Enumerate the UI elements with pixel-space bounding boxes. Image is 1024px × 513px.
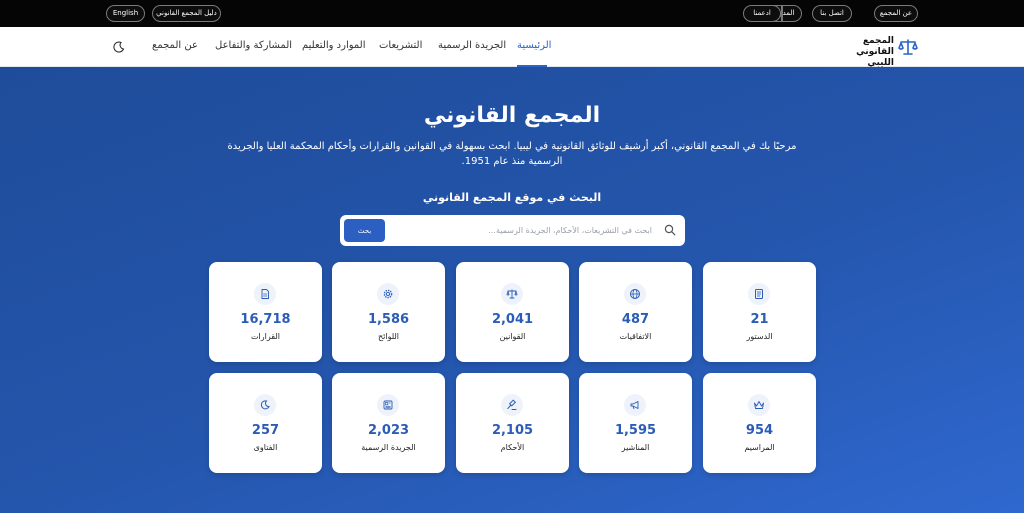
search-heading: البحث في موقع المجمع القانوني bbox=[422, 191, 602, 204]
logo-line-2: القانوني الليبي bbox=[856, 47, 894, 68]
stat-card-laws[interactable]: 2,041 القوانين bbox=[456, 262, 569, 362]
stat-label: القرارات bbox=[251, 332, 280, 341]
stat-card-regulations[interactable]: 1,586 اللوائح bbox=[332, 262, 445, 362]
search-button[interactable]: بحث bbox=[344, 219, 385, 242]
logo-line-1: المجمع bbox=[862, 36, 894, 46]
stat-count: 1,595 bbox=[614, 423, 657, 438]
stat-card-judgments[interactable]: 2,105 الأحكام bbox=[456, 373, 569, 473]
gavel-icon bbox=[501, 394, 523, 416]
gear-icon bbox=[377, 283, 399, 305]
stat-label: الجريدة الرسمية bbox=[361, 443, 416, 452]
stat-label: المراسيم bbox=[744, 443, 775, 452]
contact-link[interactable]: اتصل بنا bbox=[812, 5, 852, 22]
stat-count: 487 bbox=[621, 312, 650, 327]
megaphone-icon bbox=[624, 394, 646, 416]
nav-item-legislation[interactable]: التشريعات bbox=[379, 40, 422, 51]
stat-count: 954 bbox=[745, 423, 774, 438]
stat-label: الاتفاقيات bbox=[619, 332, 652, 341]
stat-count: 257 bbox=[251, 423, 280, 438]
hero-section: المجمع القانوني مرحبًا بك في المجمع القا… bbox=[0, 67, 1024, 513]
stat-count: 2,023 bbox=[367, 423, 410, 438]
stat-card-circulars[interactable]: 1,595 المناشير bbox=[579, 373, 692, 473]
stat-card-agreements[interactable]: 487 الاتفاقيات bbox=[579, 262, 692, 362]
stat-label: الأحكام bbox=[500, 443, 525, 452]
crown-icon bbox=[748, 394, 770, 416]
nav-item-gazette[interactable]: الجريدة الرسمية bbox=[438, 40, 506, 51]
search-input[interactable] bbox=[392, 219, 652, 242]
search-box: بحث bbox=[340, 215, 685, 246]
nav-item-home[interactable]: الرئيسية bbox=[517, 40, 551, 51]
stat-label: الفتاوى bbox=[253, 443, 278, 452]
stat-count: 1,586 bbox=[367, 312, 410, 327]
hero-subtitle: مرحبًا بك في المجمع القانوني، أكبر أرشيف… bbox=[227, 141, 797, 167]
top-bar: عن المجمع اتصل بنا المدونة ادعمنا دليل ا… bbox=[0, 0, 1024, 27]
nav-item-participation[interactable]: المشاركة والتفاعل bbox=[215, 40, 292, 51]
stat-label: القوانين bbox=[499, 332, 526, 341]
nav-item-resources[interactable]: الموارد والتعليم bbox=[302, 40, 366, 51]
newspaper-icon bbox=[377, 394, 399, 416]
stat-card-constitution[interactable]: 21 الدستور bbox=[703, 262, 816, 362]
stat-count: 16,718 bbox=[240, 312, 291, 327]
language-toggle[interactable]: English bbox=[106, 5, 145, 22]
stat-card-official-gazette[interactable]: 2,023 الجريدة الرسمية bbox=[332, 373, 445, 473]
hero-title: المجمع القانوني bbox=[423, 103, 601, 128]
stat-card-decrees[interactable]: 954 المراسيم bbox=[703, 373, 816, 473]
dark-mode-moon-icon[interactable] bbox=[112, 40, 126, 54]
search-icon bbox=[664, 224, 676, 236]
about-link[interactable]: عن المجمع bbox=[874, 5, 918, 22]
stat-count: 2,105 bbox=[491, 423, 534, 438]
book-icon bbox=[748, 283, 770, 305]
document-icon bbox=[254, 283, 276, 305]
stat-label: المناشير bbox=[621, 443, 650, 452]
site-logo-text[interactable]: المجمع القانوني الليبي bbox=[840, 36, 894, 69]
stat-count: 2,041 bbox=[491, 312, 534, 327]
guide-link[interactable]: دليل المجمع القانوني bbox=[152, 5, 221, 22]
stat-count: 21 bbox=[750, 312, 769, 327]
scales-logo-icon[interactable] bbox=[898, 37, 918, 57]
globe-icon bbox=[624, 283, 646, 305]
stat-label: اللوائح bbox=[377, 332, 400, 341]
scales-icon bbox=[501, 283, 523, 305]
nav-item-about[interactable]: عن المجمع bbox=[152, 40, 198, 51]
stat-card-decisions[interactable]: 16,718 القرارات bbox=[209, 262, 322, 362]
moon-icon bbox=[254, 394, 276, 416]
support-link[interactable]: ادعمنا bbox=[743, 5, 781, 22]
stat-card-fatwas[interactable]: 257 الفتاوى bbox=[209, 373, 322, 473]
main-navbar: المجمع القانوني الليبي الرئيسية الجريدة … bbox=[0, 27, 1024, 69]
stat-label: الدستور bbox=[746, 332, 773, 341]
